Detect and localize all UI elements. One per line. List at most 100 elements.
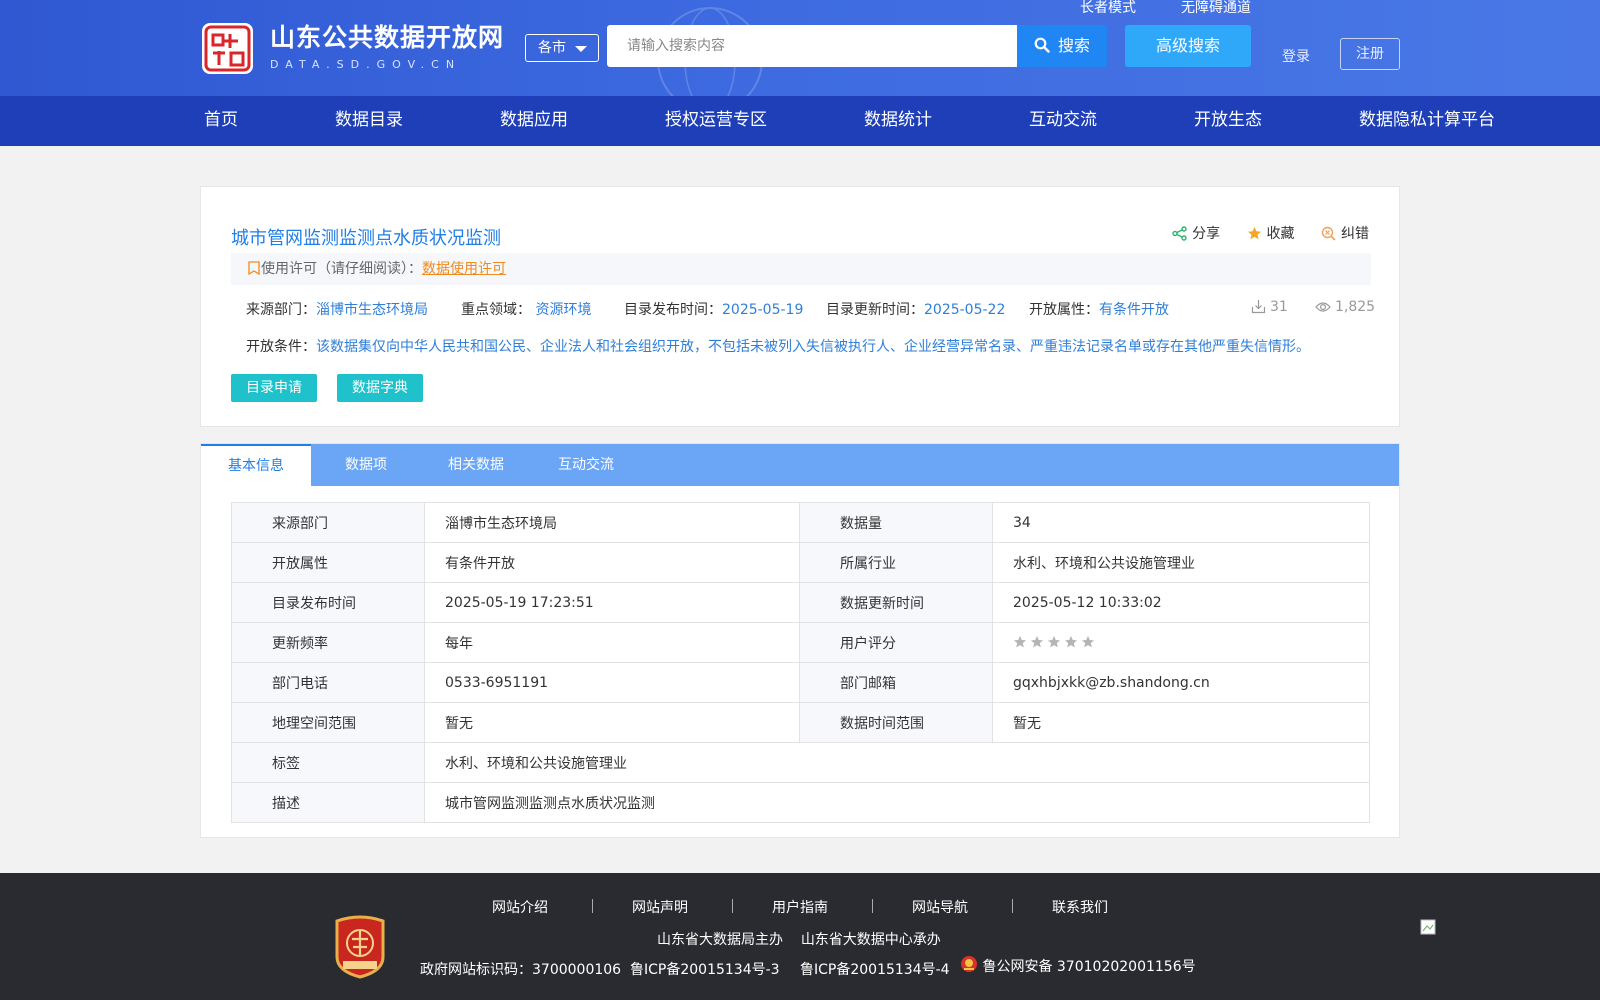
download-icon: [1251, 300, 1266, 314]
table-row: 更新频率 每年 用户评分: [231, 622, 1370, 663]
info-key: 用户评分: [799, 622, 993, 663]
info-key: 更新频率: [231, 622, 425, 663]
info-value: 0533-6951191: [424, 662, 800, 703]
bookmark-icon: [248, 261, 260, 276]
footer-link-contact[interactable]: 联系我们: [1052, 897, 1108, 917]
eye-icon: [1315, 302, 1331, 312]
city-select[interactable]: 各市: [525, 34, 599, 62]
nav-item-interaction[interactable]: 互动交流: [1029, 96, 1097, 146]
info-key: 来源部门: [231, 502, 425, 543]
city-select-label: 各市: [538, 40, 566, 56]
catalog-apply-button[interactable]: 目录申请: [231, 374, 317, 402]
table-row: 部门电话 0533-6951191 部门邮箱 gqxhbjxkk@zb.shan…: [231, 662, 1370, 703]
footer-gov-code: 政府网站标识码：3700000106: [420, 962, 622, 978]
rating-star-icon[interactable]: [1030, 635, 1044, 649]
rating-star-icon[interactable]: [1047, 635, 1061, 649]
favorite-button[interactable]: 收藏: [1247, 223, 1295, 243]
advanced-search-button[interactable]: 高级搜索: [1125, 25, 1251, 67]
footer-icp4[interactable]: 鲁ICP备20015134号-4: [800, 959, 950, 979]
footer-divider: [872, 899, 873, 913]
footer-link-about[interactable]: 网站介绍: [492, 897, 548, 917]
footer-sponsor-text: 山东省大数据局主办: [657, 932, 783, 948]
footer-icp3[interactable]: 鲁ICP备20015134号-3: [630, 959, 780, 979]
license-link[interactable]: 数据使用许可: [422, 261, 506, 277]
table-row: 开放属性 有条件开放 所属行业 水利、环境和公共设施管理业: [231, 542, 1370, 583]
info-key: 部门电话: [231, 662, 425, 703]
info-key: 目录发布时间: [231, 582, 425, 623]
footer-police-record[interactable]: 鲁公网安备 37010202001156号: [960, 955, 1196, 976]
footer-link-statement[interactable]: 网站声明: [632, 897, 688, 917]
meta-update: 目录更新时间：2025-05-22: [826, 299, 1005, 319]
register-button[interactable]: 注册: [1340, 38, 1400, 70]
report-error-label: 纠错: [1341, 226, 1369, 242]
footer-divider: [732, 899, 733, 913]
share-icon: [1172, 226, 1187, 241]
share-label: 分享: [1192, 226, 1221, 242]
rating-stars[interactable]: [1013, 635, 1098, 651]
info-key: 所属行业: [799, 542, 993, 583]
tab-data-items[interactable]: 数据项: [345, 444, 387, 486]
basic-info-table: 来源部门 淄博市生态环境局 数据量 34 开放属性 有条件开放 所属行业 水利、…: [231, 502, 1370, 823]
info-value: gqxhbjxkk@zb.shandong.cn: [992, 662, 1370, 703]
tab-interaction[interactable]: 互动交流: [558, 444, 614, 486]
detail-tabs: 基本信息 数据项 相关数据 互动交流: [201, 444, 1399, 486]
info-value: 34: [992, 502, 1370, 543]
nav-item-statistics[interactable]: 数据统计: [864, 96, 932, 146]
view-count: 1,825: [1315, 299, 1375, 315]
accessibility-link[interactable]: 无障碍通道: [1181, 0, 1251, 16]
info-value: 每年: [424, 622, 800, 663]
search-input[interactable]: [607, 25, 1018, 67]
search-button[interactable]: 搜索: [1017, 25, 1107, 67]
police-emblem-icon: [961, 956, 977, 972]
meta-domain-value[interactable]: 资源环境: [535, 302, 591, 318]
meta-publish-label: 目录发布时间：: [624, 302, 722, 318]
footer-sponsor: 山东省大数据局主办 山东省大数据中心承办: [657, 929, 941, 949]
nav-item-apps[interactable]: 数据应用: [500, 96, 568, 146]
nav-item-ecosystem[interactable]: 开放生态: [1194, 96, 1262, 146]
error-correction-icon: [1321, 226, 1336, 241]
nav-item-home[interactable]: 首页: [204, 96, 238, 146]
footer-link-sitemap[interactable]: 网站导航: [912, 897, 968, 917]
open-condition-value: 该数据集仅向中华人民共和国公民、企业法人和社会组织开放，不包括未被列入失信被执行…: [316, 339, 1310, 355]
report-error-button[interactable]: 纠错: [1321, 223, 1369, 243]
meta-open: 开放属性：有条件开放: [1029, 299, 1169, 319]
share-button[interactable]: 分享: [1172, 223, 1220, 243]
footer-divider: [1012, 899, 1013, 913]
info-key: 地理空间范围: [231, 702, 425, 743]
info-value: 水利、环境和公共设施管理业: [992, 542, 1370, 583]
rating-star-icon[interactable]: [1064, 635, 1078, 649]
info-value: 城市管网监测监测点水质状况监测: [424, 782, 1370, 823]
rating-star-icon[interactable]: [1013, 635, 1027, 649]
nav-item-catalog[interactable]: 数据目录: [335, 96, 403, 146]
rating-star-icon[interactable]: [1081, 635, 1095, 649]
dataset-summary-panel: 城市管网监测监测点水质状况监测 分享 收藏 纠错 使用许可（请仔细阅读）：数据使…: [200, 186, 1400, 427]
search-button-label: 搜索: [1057, 36, 1090, 55]
table-row: 描述 城市管网监测监测点水质状况监测: [231, 782, 1370, 823]
table-row: 来源部门 淄博市生态环境局 数据量 34: [231, 502, 1370, 543]
meta-domain: 重点领域： 资源环境: [461, 299, 591, 319]
footer-police-text: 鲁公网安备 37010202001156号: [982, 959, 1196, 975]
chevron-down-icon: [575, 46, 587, 52]
meta-source-label: 来源部门：: [246, 302, 316, 318]
login-link[interactable]: 登录: [1282, 46, 1310, 66]
meta-source: 来源部门：淄博市生态环境局: [246, 299, 428, 319]
meta-source-value[interactable]: 淄博市生态环境局: [316, 302, 428, 318]
meta-publish: 目录发布时间：2025-05-19: [624, 299, 803, 319]
favorite-label: 收藏: [1266, 226, 1295, 242]
tab-related-data[interactable]: 相关数据: [448, 444, 504, 486]
view-count-value: 1,825: [1335, 299, 1376, 315]
tab-basic-info[interactable]: 基本信息: [201, 444, 311, 486]
data-dictionary-button[interactable]: 数据字典: [337, 374, 423, 402]
dataset-detail-panel: 基本信息 数据项 相关数据 互动交流 来源部门 淄博市生态环境局 数据量 34 …: [200, 443, 1400, 838]
site-name: 山东公共数据开放网: [270, 23, 505, 52]
open-condition-label: 开放条件：: [246, 339, 316, 355]
nav-item-privacy-computing[interactable]: 数据隐私计算平台: [1359, 96, 1495, 146]
info-key: 开放属性: [231, 542, 425, 583]
user-rating: [992, 622, 1370, 663]
nav-item-authorized[interactable]: 授权运营专区: [665, 96, 767, 146]
elder-mode-link[interactable]: 长者模式: [1080, 0, 1136, 16]
footer-link-guide[interactable]: 用户指南: [772, 897, 828, 917]
meta-domain-label: 重点领域：: [461, 302, 531, 318]
dataset-title: 城市管网监测监测点水质状况监测: [231, 228, 501, 249]
site-logo-seal-icon: [202, 23, 253, 74]
